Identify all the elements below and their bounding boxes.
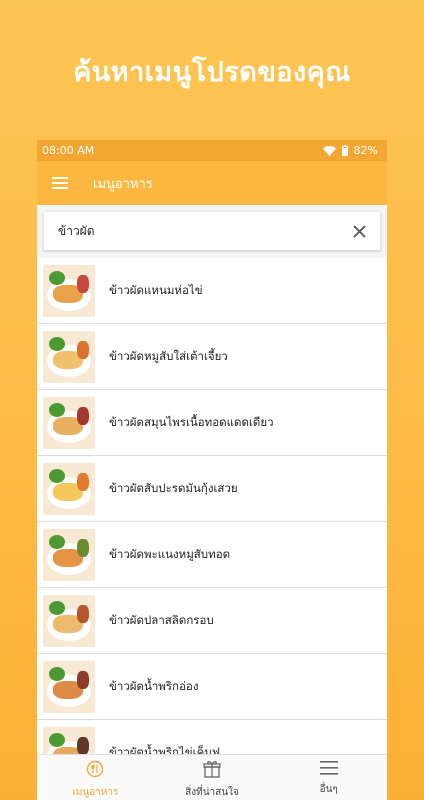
list-item-label: ข้าวผัดแหนมห่อไข่ [109,282,203,297]
list-item[interactable]: ข้าวผัดหมูสับใส่เต้าเจี้ยว [37,324,387,390]
app-bar: เมนูอาหาร [37,161,387,205]
dish-thumbnail [43,660,95,713]
dish-icon [86,760,104,782]
nav-label: อื่นๆ [319,784,338,795]
app-title: เมนูอาหาร [93,176,153,192]
nav-tab-dish[interactable]: เมนูอาหาร [37,755,154,800]
hamburger-menu-button[interactable] [37,161,83,205]
bottom-navigation: เมนูอาหาร สิ่งที่น่าสนใจ อื่นๆ [37,754,387,800]
list-item-label: ข้าวผัดสมุนไพรเนื้อทอดแดดเดียว [109,414,274,429]
promo-headline: ค้นหาเมนูโปรดของคุณ [73,57,351,88]
close-icon [352,224,366,238]
list-item-label: ข้าวผัดปลาสลิดกรอบ [109,612,214,627]
nav-tab-hamburger[interactable]: อื่นๆ [270,755,387,800]
list-item[interactable]: ข้าวผัดพะแนงหมูสับทอด [37,522,387,588]
dish-thumbnail [43,396,95,449]
result-list: ข้าวผัดแหนมห่อไข่ข้าวผัดหมูสับใส่เต้าเจี… [37,258,387,786]
search-box [44,212,380,250]
nav-tab-gift[interactable]: สิ่งที่น่าสนใจ [154,755,271,800]
dish-thumbnail [43,264,95,317]
hamburger-icon [52,177,68,189]
clear-search-button[interactable] [348,220,370,242]
list-item[interactable]: ข้าวผัดสับปะรดมันกุ้งเสวย [37,456,387,522]
dish-thumbnail [43,330,95,383]
list-item-label: ข้าวผัดน้ำพริกอ่อง [109,678,199,693]
battery-icon [341,145,348,156]
list-item-label: ข้าวผัดพะแนงหมูสับทอด [109,546,231,561]
dish-thumbnail [43,528,95,581]
gift-icon [203,760,221,782]
search-area [37,205,387,258]
phone-screen: 08:00 AM 82% เมนูอาหาร ข้าวผัดแหนมห่อไข่… [37,140,387,800]
status-bar: 08:00 AM 82% [37,140,387,161]
list-item[interactable]: ข้าวผัดแหนมห่อไข่ [37,258,387,324]
nav-label: สิ่งที่น่าสนใจ [185,787,239,798]
hamburger-icon [319,760,338,779]
battery-level: 82% [353,144,378,157]
list-item-label: ข้าวผัดหมูสับใส่เต้าเจี้ยว [109,348,228,363]
search-input[interactable] [56,223,348,239]
list-item[interactable]: ข้าวผัดน้ำพริกอ่อง [37,654,387,720]
list-item-label: ข้าวผัดสับปะรดมันกุ้งเสวย [109,480,238,495]
dish-thumbnail [43,594,95,647]
wifi-icon [322,145,336,156]
dish-thumbnail [43,462,95,515]
list-item[interactable]: ข้าวผัดสมุนไพรเนื้อทอดแดดเดียว [37,390,387,456]
status-time: 08:00 AM [42,144,95,157]
list-item[interactable]: ข้าวผัดปลาสลิดกรอบ [37,588,387,654]
nav-label: เมนูอาหาร [72,787,119,798]
